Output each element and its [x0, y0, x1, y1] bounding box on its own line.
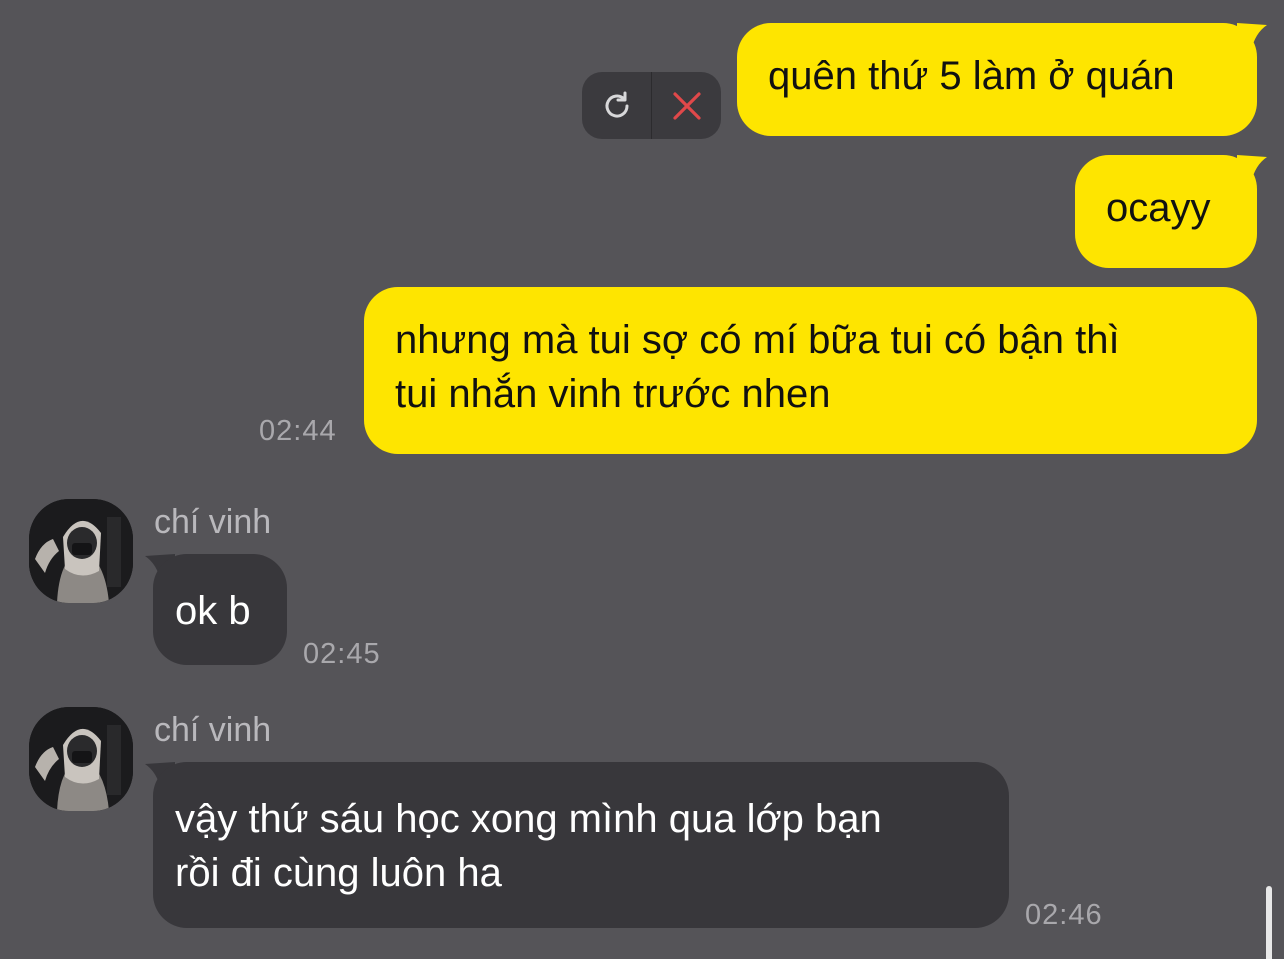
delete-failed-button[interactable]	[652, 72, 721, 139]
message-text-line: rồi đi cùng luôn ha	[175, 851, 502, 895]
received-message-bubble[interactable]: ok b	[153, 554, 287, 665]
bubble-tail	[1237, 23, 1267, 51]
received-message-bubble[interactable]: vậy thứ sáu học xong mình qua lớp bạn rồ…	[153, 762, 1009, 928]
message-text-line: vậy thứ sáu học xong mình qua lớp bạn	[175, 797, 882, 841]
message-text-line: nhưng mà tui sợ có mí bữa tui có bận thì	[395, 318, 1120, 362]
profile-photo	[29, 707, 133, 811]
failed-message-actions	[582, 72, 721, 139]
message-text: ocayy	[1106, 186, 1211, 230]
sender-name: chí vinh	[154, 503, 272, 541]
message-timestamp: 02:44	[259, 415, 337, 447]
refresh-icon	[605, 91, 629, 118]
avatar[interactable]	[29, 499, 133, 603]
avatar[interactable]	[29, 707, 133, 811]
sender-name: chí vinh	[154, 711, 272, 749]
message-text: quên thứ 5 làm ở quán	[768, 54, 1175, 98]
my-message-bubble[interactable]: quên thứ 5 làm ở quán	[737, 23, 1257, 136]
scrollbar[interactable]	[1266, 886, 1272, 959]
message-timestamp: 02:46	[1025, 899, 1103, 931]
bubble-tail	[1237, 155, 1267, 183]
my-message-bubble[interactable]: ocayy	[1075, 155, 1257, 268]
message-timestamp: 02:45	[303, 638, 381, 670]
message-text-line: tui nhắn vinh trước nhen	[395, 372, 831, 416]
chat-room: quên thứ 5 làm ở quán ocayy 02:44 nhưng …	[0, 0, 1284, 959]
message-text: ok b	[175, 589, 251, 633]
profile-photo	[29, 499, 133, 603]
resend-button[interactable]	[582, 72, 651, 139]
my-message-bubble[interactable]: nhưng mà tui sợ có mí bữa tui có bận thì…	[364, 287, 1257, 454]
close-icon	[672, 91, 701, 120]
